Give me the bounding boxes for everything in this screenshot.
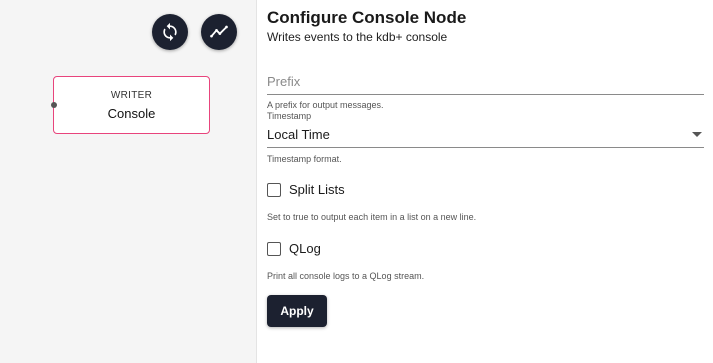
- panel-title: Configure Console Node: [267, 8, 467, 27]
- sync-button[interactable]: [152, 14, 188, 50]
- prefix-input[interactable]: [267, 68, 704, 95]
- node-type-label: WRITER: [110, 90, 153, 101]
- node-input-port[interactable]: [51, 102, 57, 108]
- panel-subtitle: Writes events to the kdb+ console: [267, 30, 448, 44]
- trend-button[interactable]: [201, 14, 237, 50]
- node-name-label: Console: [107, 106, 156, 121]
- split-lists-label: Split Lists: [289, 182, 345, 197]
- timestamp-value: Local Time: [267, 127, 330, 142]
- prefix-hint: A prefix for output messages.: [267, 100, 384, 110]
- split-lists-option[interactable]: Split Lists: [267, 182, 345, 197]
- pipeline-canvas[interactable]: WRITER Console: [0, 0, 257, 363]
- split-lists-hint: Set to true to output each item in a lis…: [267, 212, 477, 222]
- timestamp-hint: Timestamp format.: [267, 154, 342, 164]
- trend-icon: [210, 25, 228, 38]
- qlog-option[interactable]: QLog: [267, 241, 321, 256]
- apply-button[interactable]: Apply: [267, 295, 327, 327]
- split-lists-checkbox[interactable]: [267, 182, 281, 197]
- dropdown-arrow-icon: [692, 132, 702, 137]
- sync-icon: [163, 22, 177, 42]
- qlog-hint: Print all console logs to a QLog stream.: [267, 271, 425, 281]
- qlog-checkbox[interactable]: [267, 241, 281, 256]
- config-panel: Configure Console Node Writes events to …: [267, 0, 704, 363]
- timestamp-label: Timestamp: [267, 111, 312, 121]
- timestamp-select[interactable]: Local Time: [267, 122, 704, 148]
- writer-console-node[interactable]: WRITER Console: [51, 76, 210, 134]
- qlog-label: QLog: [289, 241, 321, 256]
